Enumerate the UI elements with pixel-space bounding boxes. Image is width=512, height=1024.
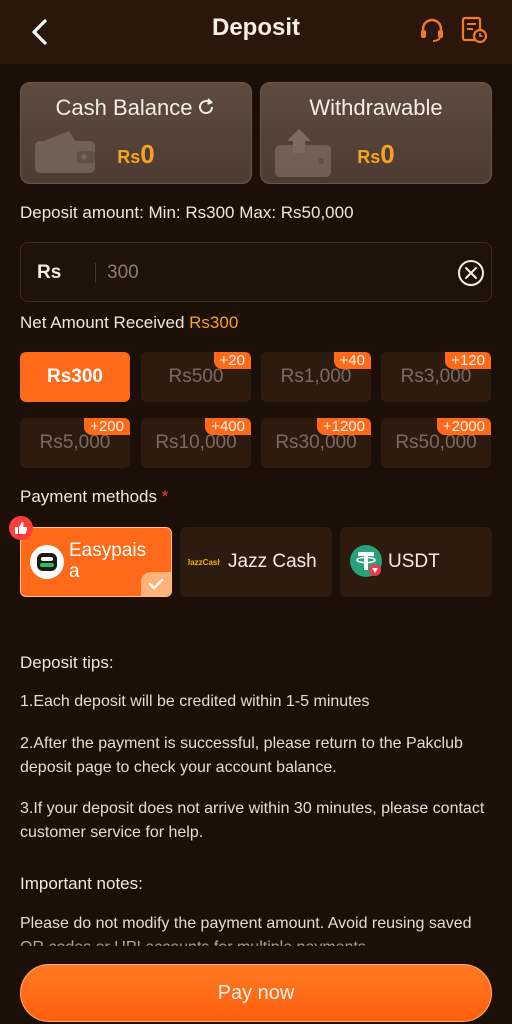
bonus-badge: +400: [205, 418, 251, 435]
easypaisa-logo-icon: [30, 545, 64, 579]
divider: [95, 263, 96, 283]
cash-balance-card: Cash Balance Rs0: [20, 82, 252, 184]
headset-icon: [421, 18, 443, 42]
withdrawable-amount: Rs0: [357, 139, 395, 169]
checkmark-icon: [148, 578, 164, 590]
withdrawable-card: Withdrawable Rs0: [260, 82, 492, 184]
tip-item: 1.Each deposit will be credited within 1…: [20, 693, 370, 710]
net-amount-value: Rs300: [189, 313, 239, 332]
amount-chip[interactable]: Rs500 +20: [141, 352, 251, 402]
thumbs-up-icon: [15, 522, 28, 534]
withdrawable-title: Withdrawable: [309, 95, 443, 120]
jazzcash-logo-icon: JazzCash: [188, 545, 220, 577]
bonus-badge: +120: [445, 352, 491, 369]
payment-method-usdt[interactable]: USDT: [340, 527, 492, 597]
amount-chip[interactable]: Rs30,000 +1200: [261, 418, 371, 468]
tip-item: 3.If your deposit does not arrive within…: [20, 800, 485, 841]
payment-method-label: Easypais: [69, 540, 147, 561]
amount-chip[interactable]: Rs1,000 +40: [261, 352, 371, 402]
currency-label: Rs: [37, 262, 62, 283]
cash-balance-amount: Rs0: [117, 139, 155, 169]
pay-now-button[interactable]: Pay now: [20, 964, 492, 1022]
header-bar: Deposit: [0, 0, 512, 64]
clear-input-button[interactable]: [457, 259, 485, 287]
amount-chip[interactable]: Rs300: [20, 352, 130, 402]
customer-support-button[interactable]: [414, 12, 450, 48]
bonus-badge: +20: [213, 352, 251, 369]
payment-methods-title: Payment methods *: [20, 487, 169, 506]
amount-chip[interactable]: Rs5,000 +200: [20, 418, 130, 468]
jazzcash-logo-text: JazzCash: [188, 558, 220, 567]
amount-chip[interactable]: Rs10,000 +400: [141, 418, 251, 468]
net-amount-line: Net Amount Received Rs300: [20, 313, 238, 333]
bonus-badge: +2000: [436, 418, 491, 435]
deposit-amount-input[interactable]: [107, 257, 447, 289]
cash-balance-title: Cash Balance: [55, 95, 193, 120]
bonus-badge: +200: [84, 418, 130, 435]
deposit-history-button[interactable]: [456, 12, 492, 48]
required-mark: *: [161, 487, 169, 506]
payment-method-label: USDT: [388, 551, 440, 572]
amount-chip[interactable]: Rs50,000 +2000: [381, 418, 491, 468]
selected-check: [141, 572, 171, 596]
important-notes-title: Important notes:: [20, 874, 143, 893]
bonus-badge: +1200: [316, 418, 371, 435]
amount-chip[interactable]: Rs3,000 +120: [381, 352, 491, 402]
tip-item: 2.After the payment is successful, pleas…: [20, 735, 463, 776]
amount-input-box: Rs: [20, 242, 492, 302]
deposit-tips-title: Deposit tips:: [20, 653, 114, 672]
recommended-badge: [9, 516, 33, 540]
payment-method-label: Jazz Cash: [228, 551, 317, 572]
refresh-icon[interactable]: [196, 97, 216, 123]
payment-method-jazzcash[interactable]: JazzCash Jazz Cash: [180, 527, 332, 597]
net-amount-label: Net Amount Received: [20, 313, 185, 332]
payment-method-label-wrap: a: [69, 561, 80, 582]
tether-usdt-icon: [350, 545, 382, 577]
deposit-limits-text: Deposit amount: Min: Rs300 Max: Rs50,000: [20, 203, 354, 222]
deposit-history-icon: [461, 16, 488, 44]
payment-method-easypaisa[interactable]: Easypais a: [20, 527, 172, 597]
bonus-badge: +40: [333, 352, 371, 369]
close-circle-icon: [458, 260, 484, 286]
